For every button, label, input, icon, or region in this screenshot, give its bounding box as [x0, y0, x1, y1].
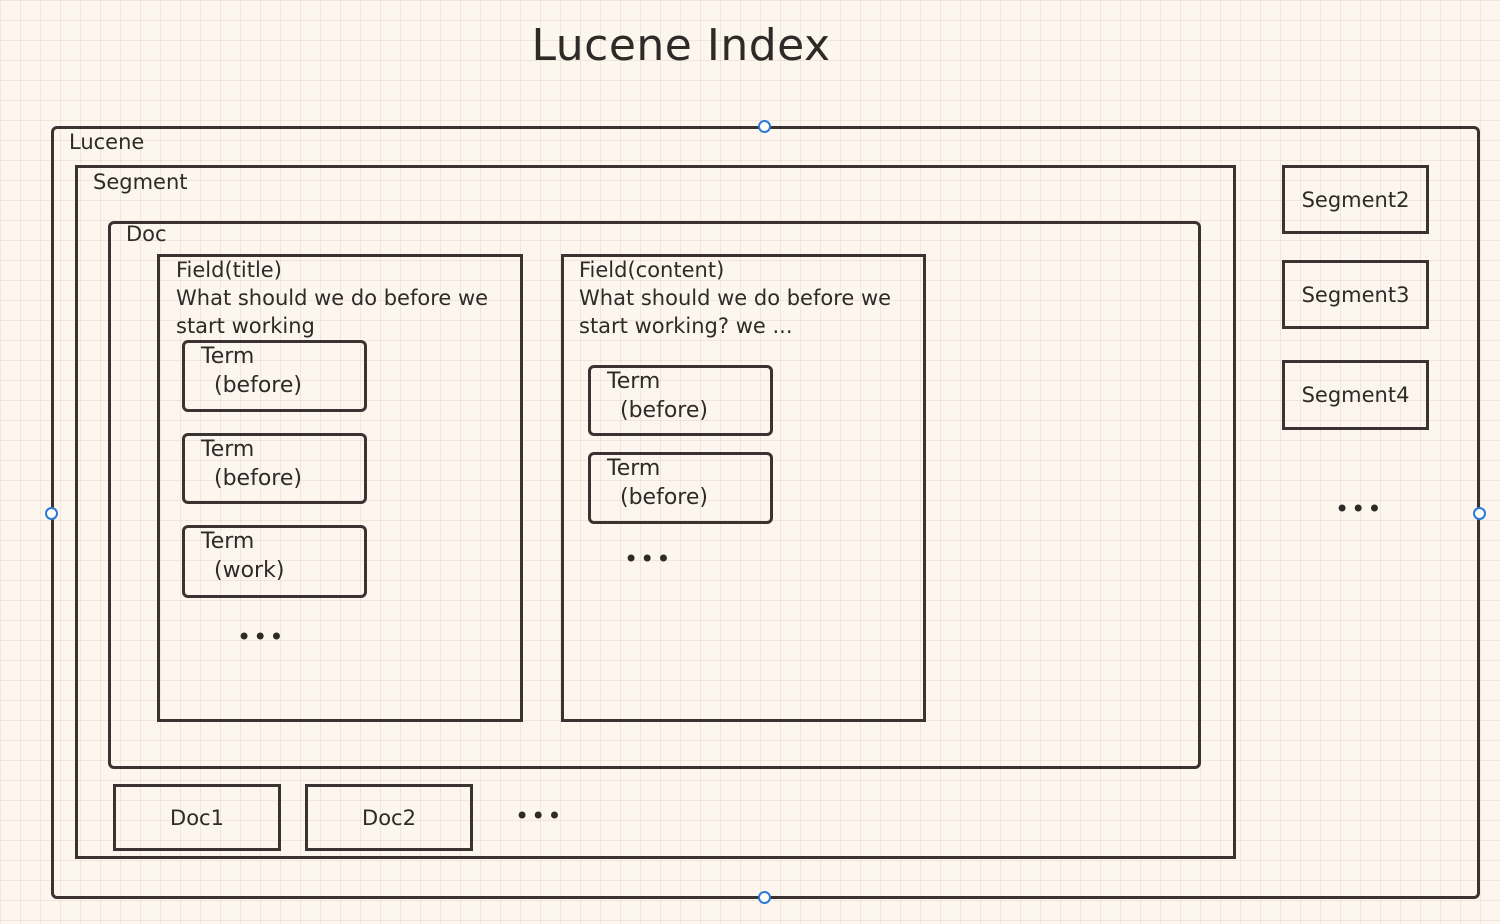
diagram-title: Lucene Index [531, 20, 831, 71]
selection-handle-left[interactable] [45, 507, 58, 520]
segments-more-ellipsis: ••• [1335, 495, 1384, 523]
field-content-more-ellipsis: ••• [624, 545, 673, 573]
selection-handle-top[interactable] [758, 120, 771, 133]
selection-handle-bottom[interactable] [758, 891, 771, 904]
field-content-label: Field(content) [579, 258, 725, 282]
term-box[interactable]: Term (work) [182, 525, 367, 598]
lucene-label: Lucene [69, 130, 145, 154]
term-label: Term [201, 529, 255, 554]
docs-more-ellipsis: ••• [515, 802, 564, 830]
field-title-label: Field(title) [176, 258, 282, 282]
segment4-box[interactable]: Segment4 [1282, 360, 1429, 430]
term-label: Term [607, 456, 661, 481]
term-box[interactable]: Term (before) [588, 365, 773, 436]
term-value: (before) [620, 398, 708, 423]
term-value: (before) [214, 373, 302, 398]
term-label: Term [607, 369, 661, 394]
doc1-box[interactable]: Doc1 [113, 784, 281, 851]
term-label: Term [201, 344, 255, 369]
field-content-text: What should we do before we start workin… [579, 286, 892, 338]
term-value: (before) [620, 485, 708, 510]
selection-handle-right[interactable] [1473, 507, 1486, 520]
doc-label: Doc [126, 222, 167, 246]
term-box[interactable]: Term (before) [588, 452, 773, 524]
segment3-box[interactable]: Segment3 [1282, 260, 1429, 329]
term-value: (before) [214, 466, 302, 491]
field-title-text: What should we do before we start workin… [176, 286, 489, 338]
term-box[interactable]: Term (before) [182, 340, 367, 412]
doc2-box[interactable]: Doc2 [305, 784, 473, 851]
term-value: (work) [214, 558, 285, 583]
segment2-box[interactable]: Segment2 [1282, 165, 1429, 234]
segment-label: Segment [93, 170, 188, 194]
field-title-more-ellipsis: ••• [237, 623, 286, 651]
term-box[interactable]: Term (before) [182, 433, 367, 504]
term-label: Term [201, 437, 255, 462]
